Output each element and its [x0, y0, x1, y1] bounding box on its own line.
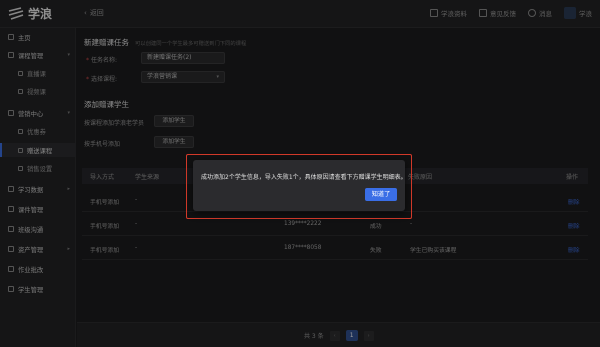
acknowledge-button[interactable]: 知道了 — [365, 188, 397, 201]
result-dialog: 成功添加2个学生信息，导入失败1个，具体原因请查看下方赠课学生明细表。 知道了 — [193, 160, 407, 211]
dialog-message: 成功添加2个学生信息，导入失败1个，具体原因请查看下方赠课学生明细表。 — [201, 174, 407, 181]
